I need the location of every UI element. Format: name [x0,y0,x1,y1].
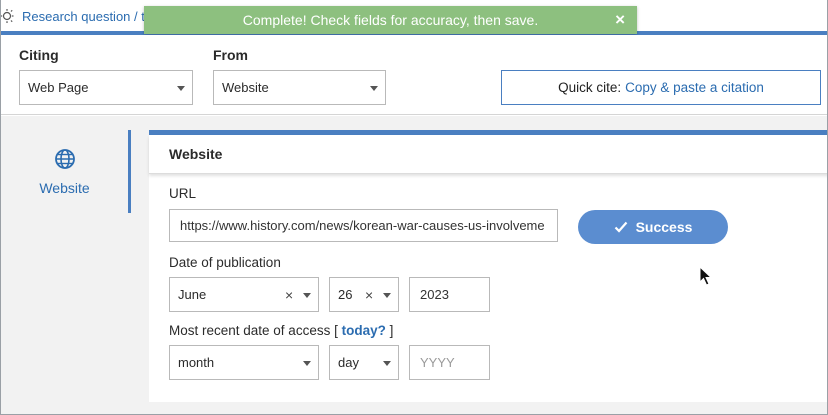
from-label: From [213,47,248,63]
access-year-placeholder: YYYY [420,355,455,370]
panel-header: Website [149,135,827,174]
today-link[interactable]: today? [342,323,386,338]
access-month-select[interactable]: month [169,345,319,380]
publication-month-select[interactable]: June × [169,277,319,312]
chevron-down-icon [370,86,378,91]
access-date-label: Most recent date of access [ today? ] [169,323,393,338]
citing-select[interactable]: Web Page [19,70,193,105]
publication-day-value: 26 [338,287,353,302]
citing-label: Citing [19,47,59,63]
quick-cite-button[interactable]: Quick cite: Copy & paste a citation [501,70,821,105]
publication-day-select[interactable]: 26 × [329,277,399,312]
toast-close-button[interactable]: × [615,11,625,29]
url-input[interactable]: https://www.history.com/news/korean-war-… [169,209,558,242]
success-button[interactable]: Success [578,210,728,244]
source-type-tab-website[interactable]: Website [1,130,131,213]
quick-cite-label: Quick cite: [558,80,622,95]
chevron-down-icon [303,293,311,298]
access-day-select[interactable]: day [329,345,399,380]
chevron-down-icon [383,293,391,298]
globe-icon [55,149,75,169]
panel-title: Website [169,146,223,162]
clear-month-icon[interactable]: × [285,288,293,302]
publication-month-value: June [178,287,207,302]
url-value: https://www.history.com/news/korean-war-… [180,218,545,233]
citation-source-header: Citing Web Page From Website Quick cite:… [1,35,827,115]
publication-year-value: 2023 [420,287,449,302]
quick-cite-link[interactable]: Copy & paste a citation [625,80,764,95]
access-date-label-close: ] [389,323,394,338]
clear-day-icon[interactable]: × [365,288,373,302]
lightbulb-icon [1,9,14,23]
chevron-down-icon [177,86,185,91]
access-day-value: day [338,355,359,370]
access-date-label-text: Most recent date of access [ [169,323,338,338]
chevron-down-icon [383,361,391,366]
from-select-value: Website [222,80,269,95]
from-select[interactable]: Website [213,70,386,105]
access-year-input[interactable]: YYYY [409,345,490,380]
success-label: Success [635,219,693,235]
app-frame: Research question / t Complete! Check fi… [0,0,828,415]
success-toast: Complete! Check fields for accuracy, the… [144,6,637,34]
chevron-down-icon [303,361,311,366]
citing-select-value: Web Page [28,80,89,95]
breadcrumb[interactable]: Research question / t [22,9,145,24]
publication-year-input[interactable]: 2023 [409,277,490,312]
side-tab-label: Website [39,180,90,196]
toast-message: Complete! Check fields for accuracy, the… [242,12,539,28]
access-month-value: month [178,355,215,370]
mouse-pointer-icon [699,266,713,286]
publication-date-label: Date of publication [169,255,281,270]
checkmark-icon [614,221,627,233]
url-label: URL [169,186,197,201]
